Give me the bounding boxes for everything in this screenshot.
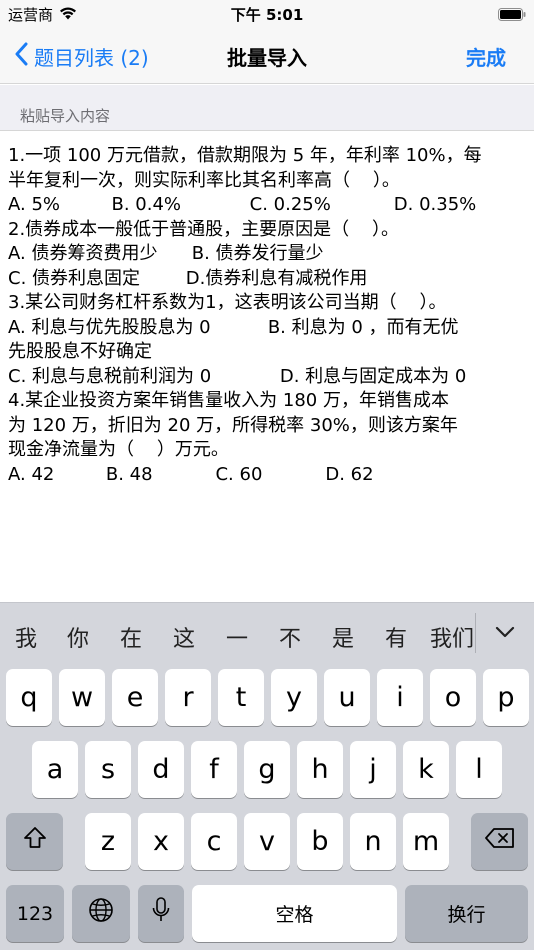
key-u[interactable]: u [324, 669, 370, 726]
key-i[interactable]: i [377, 669, 423, 726]
key-f[interactable]: f [191, 741, 237, 798]
return-key-label: 换行 [447, 904, 486, 926]
status-bar: 运营商 下午 5:01 [0, 0, 534, 28]
text-line: 为 120 万，折旧为 20 万，所得税率 30%，则该方案年 [8, 414, 458, 436]
shift-key[interactable] [6, 813, 63, 870]
done-button[interactable]: 完成 [466, 42, 506, 71]
backspace-icon [484, 826, 516, 857]
candidate-word[interactable]: 我们 [430, 621, 474, 653]
candidate-word[interactable]: 一 [217, 621, 257, 653]
space-key[interactable]: 空格 [192, 885, 397, 942]
numbers-key-label: 123 [16, 902, 54, 925]
shift-icon [22, 825, 48, 858]
key-o[interactable]: o [430, 669, 476, 726]
text-line: A. 债券筹资费用少 B. 债券发行量少 [8, 243, 324, 264]
delete-key[interactable] [471, 813, 528, 870]
key-d[interactable]: d [138, 741, 184, 798]
text-line: 先股股息不好确定 [8, 341, 152, 362]
key-s[interactable]: s [85, 741, 131, 798]
key-m[interactable]: m [403, 813, 449, 870]
text-line: A. 利息与优先股股息为 0 B. 利息为 0 ，而有无优 [8, 316, 459, 338]
page-title: 批量导入 [227, 46, 307, 70]
candidate-word[interactable]: 是 [323, 621, 363, 653]
key-g[interactable]: g [244, 741, 290, 798]
battery-icon [498, 6, 526, 25]
candidate-word[interactable]: 你 [58, 621, 98, 653]
key-t[interactable]: t [218, 669, 264, 726]
candidate-divider [475, 613, 476, 653]
key-b[interactable]: b [297, 813, 343, 870]
section-header: 粘贴导入内容 [0, 85, 534, 131]
key-j[interactable]: j [350, 741, 396, 798]
key-y[interactable]: y [271, 669, 317, 726]
text-line: 半年复利一次，则实际利率比其名利率高（ ）。 [8, 169, 400, 191]
section-header-label: 粘贴导入内容 [20, 107, 111, 125]
globe-key[interactable] [72, 885, 130, 942]
text-line: 4.某企业投资方案年销售量收入为 180 万，年销售成本 [8, 390, 449, 411]
text-line: A. 42 B. 48 C. 60 D. 62 [8, 463, 374, 485]
microphone-icon [151, 896, 171, 931]
key-p[interactable]: p [483, 669, 529, 726]
text-line: 1.一项 100 万元借款，借款期限为 5 年，年利率 10%，每 [8, 145, 482, 166]
candidate-bar: 我 你 在 这 一 不 是 有 我们 [0, 602, 534, 664]
text-line: C. 债券利息固定 D.债券利息有减税作用 [8, 267, 368, 289]
space-key-label: 空格 [275, 904, 314, 926]
navigation-bar: 题目列表 (2) 批量导入 完成 [0, 28, 534, 84]
key-e[interactable]: e [112, 669, 158, 726]
key-h[interactable]: h [297, 741, 343, 798]
key-l[interactable]: l [456, 741, 502, 798]
key-z[interactable]: z [85, 813, 131, 870]
key-x[interactable]: x [138, 813, 184, 870]
paste-content-textarea[interactable]: 1.一项 100 万元借款，借款期限为 5 年，年利率 10%，每 半年复利一次… [0, 132, 534, 602]
globe-icon [87, 896, 115, 931]
chevron-down-icon[interactable] [490, 617, 520, 647]
key-r[interactable]: r [165, 669, 211, 726]
key-q[interactable]: q [6, 669, 52, 726]
dictation-key[interactable] [138, 885, 184, 942]
status-time: 下午 5:01 [230, 6, 304, 24]
key-n[interactable]: n [350, 813, 396, 870]
key-c[interactable]: c [191, 813, 237, 870]
candidate-word[interactable]: 我 [6, 621, 46, 653]
candidate-word[interactable]: 有 [376, 621, 416, 653]
key-k[interactable]: k [403, 741, 449, 798]
numbers-key[interactable]: 123 [6, 885, 64, 942]
keyboard: q w e r t y u i o p a s d f g h j k l z … [0, 664, 534, 950]
candidate-word[interactable]: 在 [111, 621, 151, 653]
text-line: 2.债券成本一般低于普通股，主要原因是（ ）。 [8, 218, 400, 240]
return-key[interactable]: 换行 [405, 885, 528, 942]
candidate-word[interactable]: 这 [164, 621, 204, 653]
candidate-word[interactable]: 不 [270, 621, 310, 653]
key-w[interactable]: w [59, 669, 105, 726]
key-v[interactable]: v [244, 813, 290, 870]
text-line: 3.某公司财务杠杆系数为1，这表明该公司当期（ ）。 [8, 292, 447, 313]
text-line: C. 利息与息税前利润为 0 D. 利息与固定成本为 0 [8, 365, 467, 387]
text-line: 现金净流量为（ ）万元。 [8, 439, 229, 460]
text-line: A. 5% B. 0.4% C. 0.25% D. 0.35% [8, 194, 477, 215]
key-a[interactable]: a [32, 741, 78, 798]
